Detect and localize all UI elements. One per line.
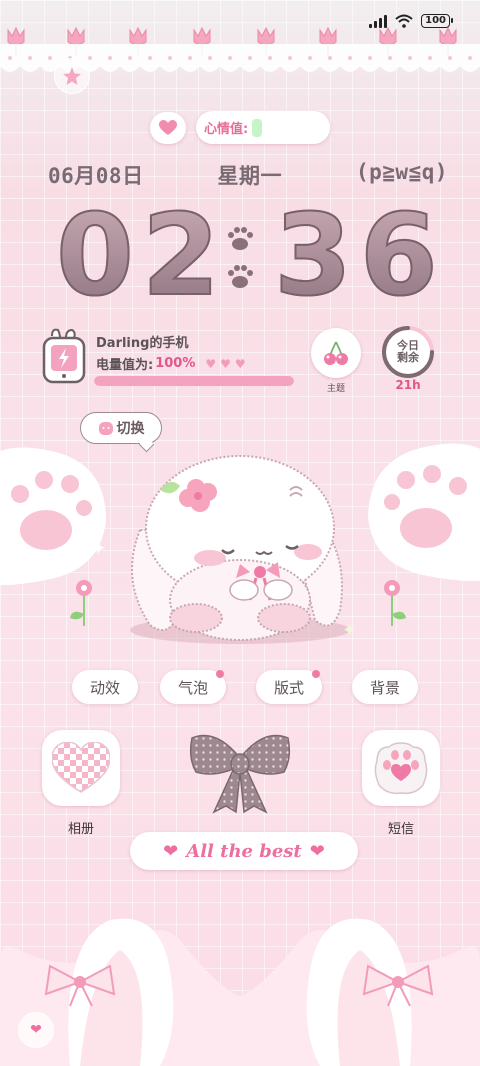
switch-label: 切换 xyxy=(116,421,145,437)
sms-app-label: 短信 xyxy=(387,822,414,837)
bunny-illustration xyxy=(130,455,350,644)
mood-meter[interactable]: 心情值: xyxy=(196,111,330,144)
phone-charging-icon xyxy=(42,328,86,384)
heart-icon: ❤ xyxy=(309,840,325,862)
heart-icon[interactable] xyxy=(150,112,186,144)
heart-icon: ❤ xyxy=(163,840,179,862)
bubble-label: 气泡 xyxy=(177,678,208,697)
phone-title: Darling的手机 xyxy=(96,336,189,351)
battery-progress-bar xyxy=(94,376,294,386)
hearts-decoration-icon: ♥♥♥ xyxy=(205,356,250,371)
sparkle-icon: ✦ xyxy=(342,620,358,641)
date-text: 06月08日 xyxy=(48,164,144,188)
bunny-face-icon xyxy=(98,422,113,435)
theme-button[interactable] xyxy=(311,328,361,378)
power-label: 电量值为: xyxy=(96,358,154,373)
effects-button[interactable]: 动效 xyxy=(72,670,138,704)
effects-label: 动效 xyxy=(89,678,120,697)
clock-minutes[interactable]: 36 xyxy=(273,195,446,317)
layout-button[interactable]: 版式 xyxy=(256,670,322,704)
clock-hours[interactable]: 02 xyxy=(55,195,228,317)
sms-app-icon[interactable] xyxy=(362,730,440,806)
kaomoji-text: (p≧w≦q) xyxy=(355,160,448,184)
notification-dot xyxy=(216,670,224,678)
checkered-heart-icon xyxy=(52,742,110,793)
today-label-2: 剩余 xyxy=(397,351,419,364)
banner-text: All the best xyxy=(186,840,302,862)
sparkle-icon: ✦ xyxy=(90,536,107,560)
bubble-button[interactable]: 气泡 xyxy=(160,670,226,704)
mood-label: 心情值: xyxy=(204,122,249,137)
power-line: 电量值为: 100% ♥♥♥ xyxy=(96,354,250,373)
polka-dot-bow-icon xyxy=(189,734,291,814)
today-remaining-label: 今日 剩余 xyxy=(380,340,436,364)
album-app-icon[interactable] xyxy=(42,730,120,806)
theme-label: 主题 xyxy=(326,384,345,394)
album-app-label: 相册 xyxy=(67,822,94,837)
bottom-bunny-ears-decoration xyxy=(0,918,480,1066)
pink-flower-right xyxy=(384,580,406,626)
paw-separator-icon xyxy=(228,227,253,288)
power-value: 100% xyxy=(155,356,196,371)
weekday-text: 星期一 xyxy=(217,164,283,188)
today-hours: 21h xyxy=(395,378,421,392)
background-label: 背景 xyxy=(369,678,400,697)
date-line: 06月08日 星期一 (p≧w≦q) xyxy=(48,160,448,190)
layout-label: 版式 xyxy=(273,678,304,697)
cherry-icon xyxy=(324,341,348,365)
pink-flower-left xyxy=(70,580,92,626)
background-button[interactable]: 背景 xyxy=(352,670,418,704)
paw-icon xyxy=(374,742,428,795)
notification-dot xyxy=(312,670,320,678)
all-the-best-banner: ❤ All the best ❤ xyxy=(130,832,358,870)
star-bubble-icon xyxy=(54,58,90,94)
heart-bubble-icon: ❤ xyxy=(18,1012,54,1048)
battery-progress-fill xyxy=(94,376,294,386)
mood-level-bar xyxy=(252,118,263,137)
